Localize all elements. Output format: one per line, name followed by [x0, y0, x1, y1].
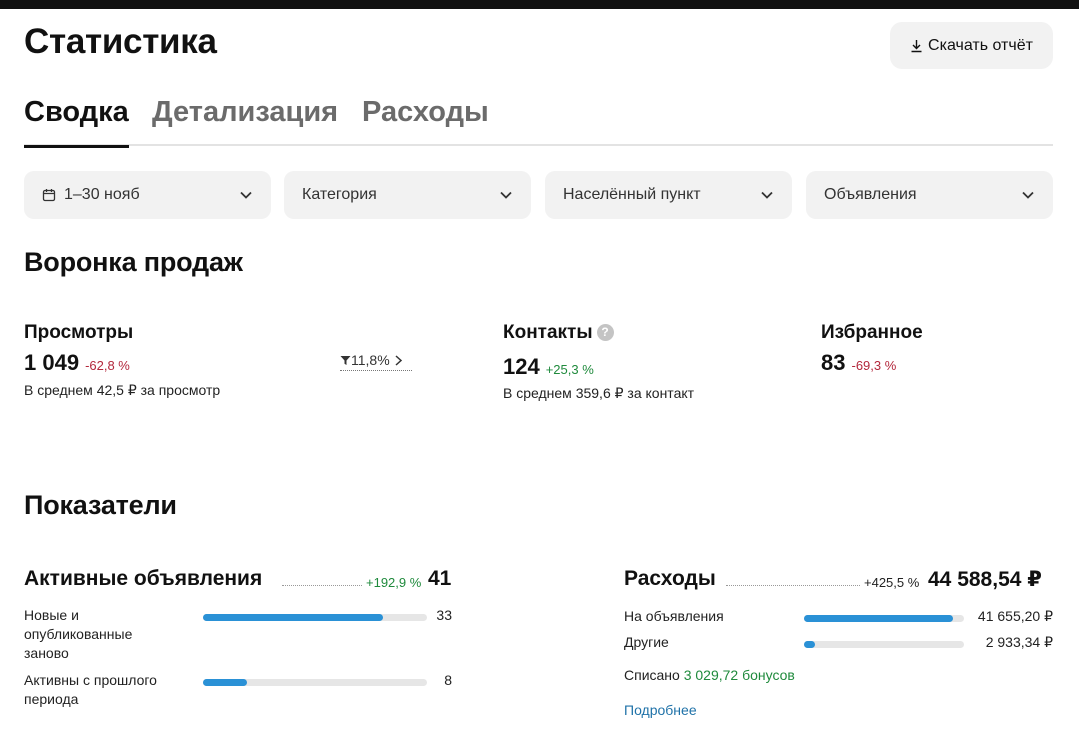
chevron-down-icon	[1022, 191, 1034, 199]
contacts-number: 124	[503, 354, 540, 379]
calendar-icon	[42, 189, 56, 202]
favorites-value: 83 -69,3 %	[821, 350, 896, 376]
active-ads-title: Активные объявления	[24, 567, 263, 590]
expenses-row-ads-fill	[804, 615, 954, 622]
views-number: 1 049	[24, 350, 80, 375]
download-report-button[interactable]: Скачать отчёт	[890, 22, 1053, 69]
active-ads-row-previous-bar	[203, 679, 427, 686]
active-ads-row-previous-fill	[203, 679, 247, 686]
views-average: В среднем 42,5 ₽ за просмотр	[24, 382, 221, 398]
active-ads-row-new-label: Новые и опубликованные заново	[24, 607, 133, 661]
funnel-icon	[340, 356, 351, 365]
top-bar	[0, 0, 1079, 9]
contacts-average: В среднем 359,6 ₽ за контакт	[503, 385, 695, 401]
funnel-title: Воронка продаж	[24, 247, 243, 277]
expenses-total: 44 588,54 ₽	[928, 568, 1042, 591]
chevron-down-icon	[761, 191, 773, 199]
expenses-row-other-fill	[804, 641, 815, 648]
tab-details[interactable]: Детализация	[152, 92, 338, 146]
views-delta: -62,8 %	[85, 358, 130, 373]
city-filter[interactable]: Населённый пункт	[545, 171, 792, 219]
tab-summary[interactable]: Сводка	[24, 92, 129, 148]
contacts-value: 124 +25,3 %	[503, 354, 594, 380]
period-filter-value: 1–30 нояб	[64, 186, 140, 203]
help-icon[interactable]: ?	[596, 324, 614, 342]
tab-bar: Сводка Детализация Расходы	[24, 92, 1053, 148]
contacts-label: Контакты?	[503, 322, 614, 344]
chevron-right-icon	[395, 355, 402, 366]
dotted-leader	[282, 585, 362, 586]
contacts-delta: +25,3 %	[545, 362, 594, 377]
favorites-delta: -69,3 %	[851, 358, 897, 373]
written-off-label: Списано	[624, 667, 680, 683]
expenses-title: Расходы	[624, 567, 716, 590]
views-conversion-value: 11,8%	[351, 352, 390, 368]
category-filter[interactable]: Категория	[284, 171, 531, 219]
written-off-bonus: 3 029,72 бонусов	[683, 667, 795, 683]
period-filter[interactable]: 1–30 нояб	[24, 171, 271, 219]
more-details-link[interactable]: Подробнее	[624, 702, 697, 718]
active-ads-delta: +192,9 %	[366, 575, 422, 590]
expenses-row-ads-value: 41 655,20 ₽	[977, 608, 1053, 624]
active-ads-row-previous-value: 8	[444, 672, 452, 688]
expenses-row-ads-bar	[804, 615, 964, 622]
favorites-number: 83	[821, 350, 846, 375]
written-off-line: Списано 3 029,72 бонусов	[624, 667, 795, 683]
views-conversion-link[interactable]: 11,8%	[340, 352, 412, 371]
active-ads-row-new-value: 33	[436, 607, 452, 623]
ads-filter-value: Объявления	[824, 186, 917, 203]
chevron-down-icon	[500, 191, 512, 199]
views-label: Просмотры	[24, 322, 134, 343]
download-report-label: Скачать отчёт	[928, 36, 1033, 54]
expenses-row-other-value: 2 933,34 ₽	[985, 634, 1053, 650]
city-filter-value: Населённый пункт	[563, 186, 701, 203]
expenses-row-other-label: Другие	[624, 634, 669, 650]
active-ads-total: 41	[428, 567, 452, 590]
expenses-row-ads-label: На объявления	[624, 608, 724, 624]
download-icon	[911, 39, 922, 52]
expenses-row-other-bar	[804, 641, 964, 648]
contacts-label-text: Контакты	[503, 322, 593, 343]
views-value: 1 049 -62,8 %	[24, 350, 130, 376]
active-ads-row-previous-label: Активны с прошлого периода	[24, 672, 157, 707]
favorites-label: Избранное	[821, 322, 923, 343]
page-title: Статистика	[24, 22, 217, 61]
category-filter-value: Категория	[302, 186, 377, 203]
dotted-leader	[726, 585, 860, 586]
ads-filter[interactable]: Объявления	[806, 171, 1053, 219]
active-ads-row-new-bar	[203, 614, 427, 621]
indicators-title: Показатели	[24, 490, 177, 520]
expenses-delta: +425,5 %	[864, 575, 920, 590]
chevron-down-icon	[240, 191, 252, 199]
active-ads-row-new-fill	[203, 614, 384, 621]
tab-expenses[interactable]: Расходы	[362, 92, 489, 146]
